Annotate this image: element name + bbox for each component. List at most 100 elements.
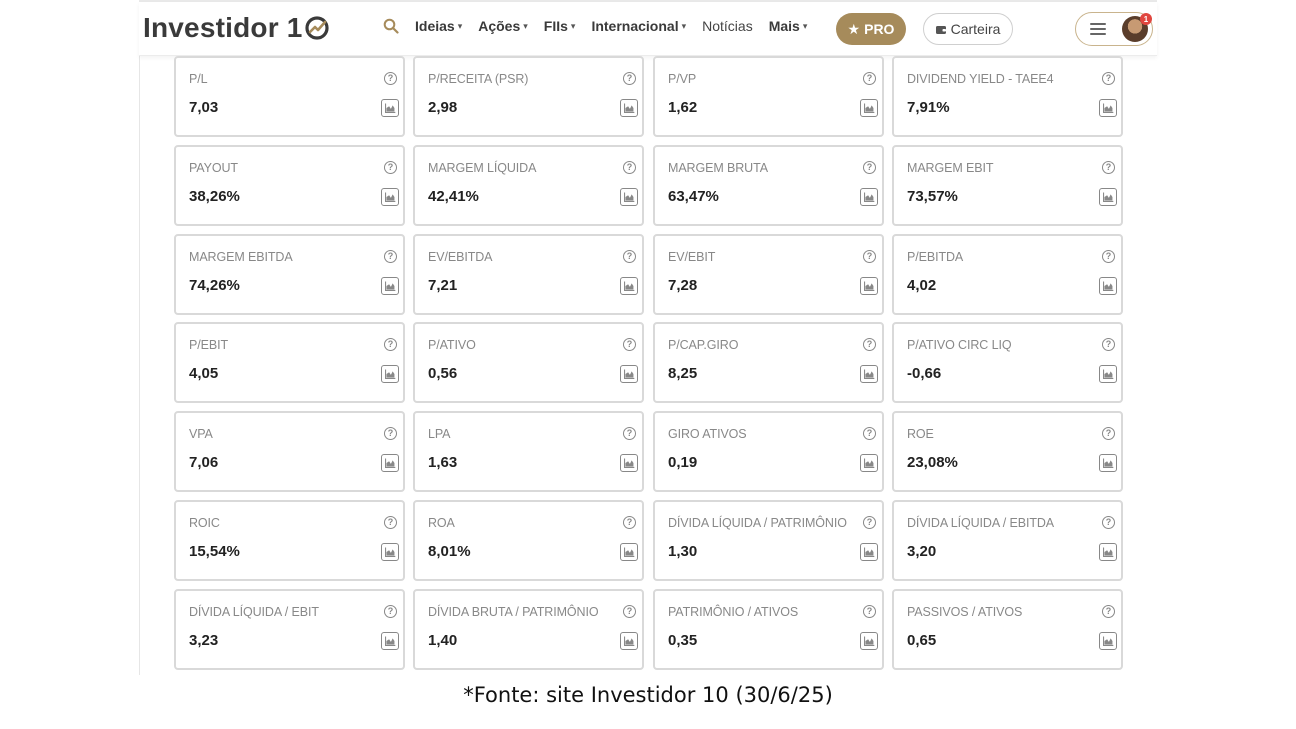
indicator-card: P/L 7,03? bbox=[174, 56, 405, 137]
question-circle-icon[interactable]: ? bbox=[1102, 516, 1115, 529]
question-circle-icon[interactable]: ? bbox=[384, 427, 397, 440]
indicator-label: LPA bbox=[428, 427, 451, 441]
question-circle-icon[interactable]: ? bbox=[623, 250, 636, 263]
nav-item-label: FIIs bbox=[543, 18, 568, 34]
area-chart-icon[interactable] bbox=[1099, 632, 1117, 650]
area-chart-icon[interactable] bbox=[620, 543, 638, 561]
question-circle-icon[interactable]: ? bbox=[1102, 338, 1115, 351]
area-chart-icon[interactable] bbox=[620, 188, 638, 206]
question-circle-icon[interactable]: ? bbox=[623, 427, 636, 440]
pro-button[interactable]: ★ PRO bbox=[836, 13, 906, 45]
area-chart-icon[interactable] bbox=[381, 632, 399, 650]
user-menu-button[interactable]: 1 bbox=[1075, 12, 1153, 46]
area-chart-icon[interactable] bbox=[1099, 454, 1117, 472]
nav-item-fiis[interactable]: FIIs ▾ bbox=[544, 18, 576, 34]
question-circle-icon[interactable]: ? bbox=[863, 516, 876, 529]
question-circle-icon[interactable]: ? bbox=[623, 338, 636, 351]
chevron-down-icon: ▾ bbox=[570, 20, 576, 31]
star-icon: ★ bbox=[847, 20, 861, 37]
question-circle-icon[interactable]: ? bbox=[1102, 161, 1115, 174]
area-chart-icon[interactable] bbox=[620, 632, 638, 650]
question-circle-icon[interactable]: ? bbox=[623, 516, 636, 529]
indicator-card: MARGEM EBITDA 74,26%? bbox=[174, 234, 405, 315]
area-chart-icon[interactable] bbox=[1099, 543, 1117, 561]
question-circle-icon[interactable]: ? bbox=[1102, 72, 1115, 85]
question-circle-icon[interactable]: ? bbox=[384, 161, 397, 174]
indicator-label: P/VP bbox=[668, 72, 697, 86]
area-chart-icon[interactable] bbox=[381, 99, 399, 117]
area-chart-icon[interactable] bbox=[860, 277, 878, 295]
search-icon[interactable] bbox=[383, 18, 399, 34]
indicator-value: 7,03 bbox=[189, 99, 219, 116]
nav-item-ideias[interactable]: Ideias ▾ bbox=[415, 18, 462, 34]
indicator-label: ROA bbox=[428, 516, 455, 530]
logo[interactable]: Investidor 1 bbox=[143, 12, 330, 44]
area-chart-icon[interactable] bbox=[381, 454, 399, 472]
nav-item-acoes[interactable]: Ações ▾ bbox=[478, 18, 528, 34]
indicator-value: 3,23 bbox=[189, 632, 219, 649]
question-circle-icon[interactable]: ? bbox=[863, 250, 876, 263]
indicator-card: ROE 23,08%? bbox=[892, 411, 1123, 492]
area-chart-icon[interactable] bbox=[1099, 277, 1117, 295]
area-chart-icon[interactable] bbox=[860, 454, 878, 472]
area-chart-icon[interactable] bbox=[381, 365, 399, 383]
nav-item-label: Internacional bbox=[591, 18, 679, 34]
area-chart-icon[interactable] bbox=[1099, 365, 1117, 383]
question-circle-icon[interactable]: ? bbox=[384, 516, 397, 529]
indicator-label: MARGEM LÍQUIDA bbox=[428, 161, 537, 175]
area-chart-icon[interactable] bbox=[860, 632, 878, 650]
carteira-label: Carteira bbox=[950, 21, 1001, 37]
area-chart-icon[interactable] bbox=[620, 277, 638, 295]
area-chart-icon[interactable] bbox=[620, 454, 638, 472]
area-chart-icon[interactable] bbox=[381, 277, 399, 295]
indicator-label: DÍVIDA LÍQUIDA / EBITDA bbox=[907, 516, 1055, 530]
area-chart-icon[interactable] bbox=[1099, 188, 1117, 206]
question-circle-icon[interactable]: ? bbox=[863, 161, 876, 174]
indicator-card: GIRO ATIVOS 0,19? bbox=[653, 411, 884, 492]
question-circle-icon[interactable]: ? bbox=[384, 72, 397, 85]
indicator-value: 2,98 bbox=[428, 99, 458, 116]
nav-item-mais[interactable]: Mais ▾ bbox=[769, 18, 808, 34]
indicator-value: 7,91% bbox=[907, 99, 950, 116]
chevron-down-icon: ▾ bbox=[681, 20, 687, 31]
question-circle-icon[interactable]: ? bbox=[1102, 427, 1115, 440]
area-chart-icon[interactable] bbox=[381, 543, 399, 561]
nav-item-internacional[interactable]: Internacional ▾ bbox=[591, 18, 686, 34]
chevron-down-icon: ▾ bbox=[457, 20, 463, 31]
indicator-value: 42,41% bbox=[428, 188, 479, 205]
question-circle-icon[interactable]: ? bbox=[623, 72, 636, 85]
area-chart-icon[interactable] bbox=[381, 188, 399, 206]
question-circle-icon[interactable]: ? bbox=[384, 605, 397, 618]
area-chart-icon[interactable] bbox=[860, 365, 878, 383]
indicator-label: ROE bbox=[907, 427, 934, 441]
area-chart-icon[interactable] bbox=[1099, 99, 1117, 117]
area-chart-icon[interactable] bbox=[620, 365, 638, 383]
question-circle-icon[interactable]: ? bbox=[384, 250, 397, 263]
indicator-card: P/ATIVO 0,56? bbox=[413, 322, 644, 403]
carteira-button[interactable]: Carteira bbox=[923, 13, 1013, 45]
nav-item-label: Ideias bbox=[415, 18, 455, 34]
question-circle-icon[interactable]: ? bbox=[863, 605, 876, 618]
area-chart-icon[interactable] bbox=[860, 99, 878, 117]
area-chart-icon[interactable] bbox=[860, 543, 878, 561]
question-circle-icon[interactable]: ? bbox=[863, 427, 876, 440]
indicator-value: 1,62 bbox=[668, 99, 698, 116]
indicator-value: 38,26% bbox=[189, 188, 240, 205]
indicator-card: DÍVIDA LÍQUIDA / EBIT 3,23? bbox=[174, 589, 405, 670]
nav-item-noticias[interactable]: Notícias bbox=[702, 18, 753, 34]
area-chart-icon[interactable] bbox=[620, 99, 638, 117]
indicator-card: MARGEM EBIT 73,57%? bbox=[892, 145, 1123, 226]
question-circle-icon[interactable]: ? bbox=[1102, 250, 1115, 263]
indicator-label: PATRIMÔNIO / ATIVOS bbox=[668, 605, 799, 619]
question-circle-icon[interactable]: ? bbox=[384, 338, 397, 351]
question-circle-icon[interactable]: ? bbox=[863, 72, 876, 85]
indicator-card: LPA 1,63? bbox=[413, 411, 644, 492]
question-circle-icon[interactable]: ? bbox=[863, 338, 876, 351]
area-chart-icon[interactable] bbox=[860, 188, 878, 206]
question-circle-icon[interactable]: ? bbox=[623, 161, 636, 174]
indicator-label: P/L bbox=[189, 72, 208, 86]
indicator-value: 0,35 bbox=[668, 632, 698, 649]
question-circle-icon[interactable]: ? bbox=[1102, 605, 1115, 618]
indicator-card: DÍVIDA LÍQUIDA / PATRIMÔNIO 1,30? bbox=[653, 500, 884, 581]
question-circle-icon[interactable]: ? bbox=[623, 605, 636, 618]
